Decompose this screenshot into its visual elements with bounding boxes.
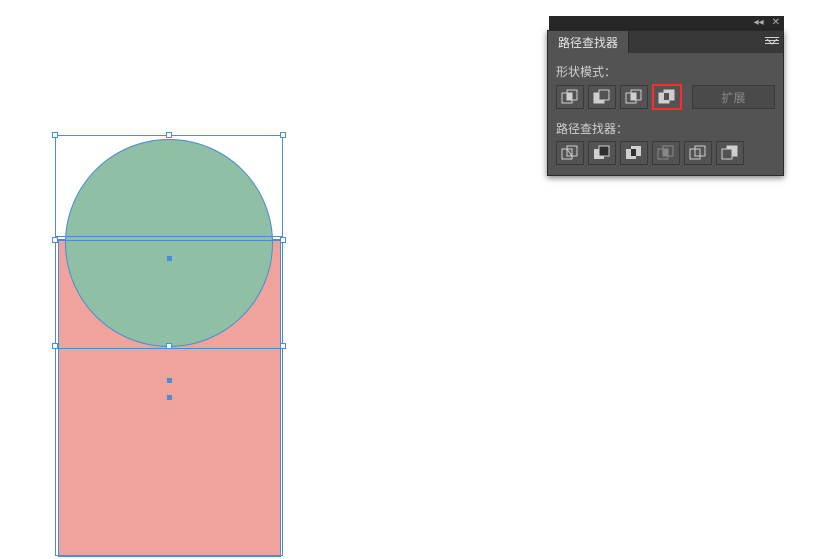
panel-tabbar: 路径查找器 [548, 31, 783, 53]
pathfinders-label: 路径查找器： [556, 120, 775, 137]
panel-chrome: ◂◂ ✕ [549, 16, 784, 30]
circle-mid-line [59, 240, 280, 241]
selection-handle[interactable] [166, 132, 172, 138]
panel-tab-pathfinder[interactable]: 路径查找器 [548, 31, 629, 53]
unite-icon [561, 89, 579, 105]
collapse-icon[interactable]: ◂◂ [754, 18, 764, 28]
shape-modes-row: 扩展 [556, 84, 775, 110]
center-anchor [167, 256, 172, 261]
selection-handle[interactable] [166, 343, 172, 349]
divide-button[interactable] [556, 141, 584, 165]
close-icon[interactable]: ✕ [772, 18, 780, 28]
intersect-button[interactable] [620, 85, 648, 109]
selection-handle[interactable] [280, 132, 286, 138]
outline-button[interactable] [684, 141, 712, 165]
minus-back-icon [721, 145, 739, 161]
selection-handle[interactable] [52, 343, 58, 349]
selection-handle[interactable] [52, 237, 58, 243]
divide-icon [561, 145, 579, 161]
minus-front-button[interactable] [588, 85, 616, 109]
merge-button[interactable] [620, 141, 648, 165]
trim-button[interactable] [588, 141, 616, 165]
circle-shape[interactable] [65, 139, 273, 347]
expand-button[interactable]: 扩展 [692, 85, 775, 109]
selection-handle[interactable] [52, 132, 58, 138]
intersect-icon [625, 89, 643, 105]
panel-body: 形状模式： [548, 53, 783, 175]
center-anchor [167, 395, 172, 400]
exclude-icon [658, 89, 676, 105]
pathfinders-row [556, 141, 775, 165]
selection-handle[interactable] [280, 237, 286, 243]
trim-icon [593, 145, 611, 161]
selection-handle[interactable] [280, 343, 286, 349]
minus-front-icon [593, 89, 611, 105]
pathfinder-panel[interactable]: 路径查找器 形状模式： [547, 30, 784, 176]
exclude-button[interactable] [652, 84, 682, 110]
unite-button[interactable] [556, 85, 584, 109]
merge-icon [625, 145, 643, 161]
shape-modes-label: 形状模式： [556, 63, 775, 80]
center-anchor [167, 378, 172, 383]
minus-back-button[interactable] [716, 141, 744, 165]
panel-menu-icon[interactable] [763, 34, 781, 50]
crop-button[interactable] [652, 141, 680, 165]
crop-icon [657, 145, 675, 161]
outline-icon [689, 145, 707, 161]
